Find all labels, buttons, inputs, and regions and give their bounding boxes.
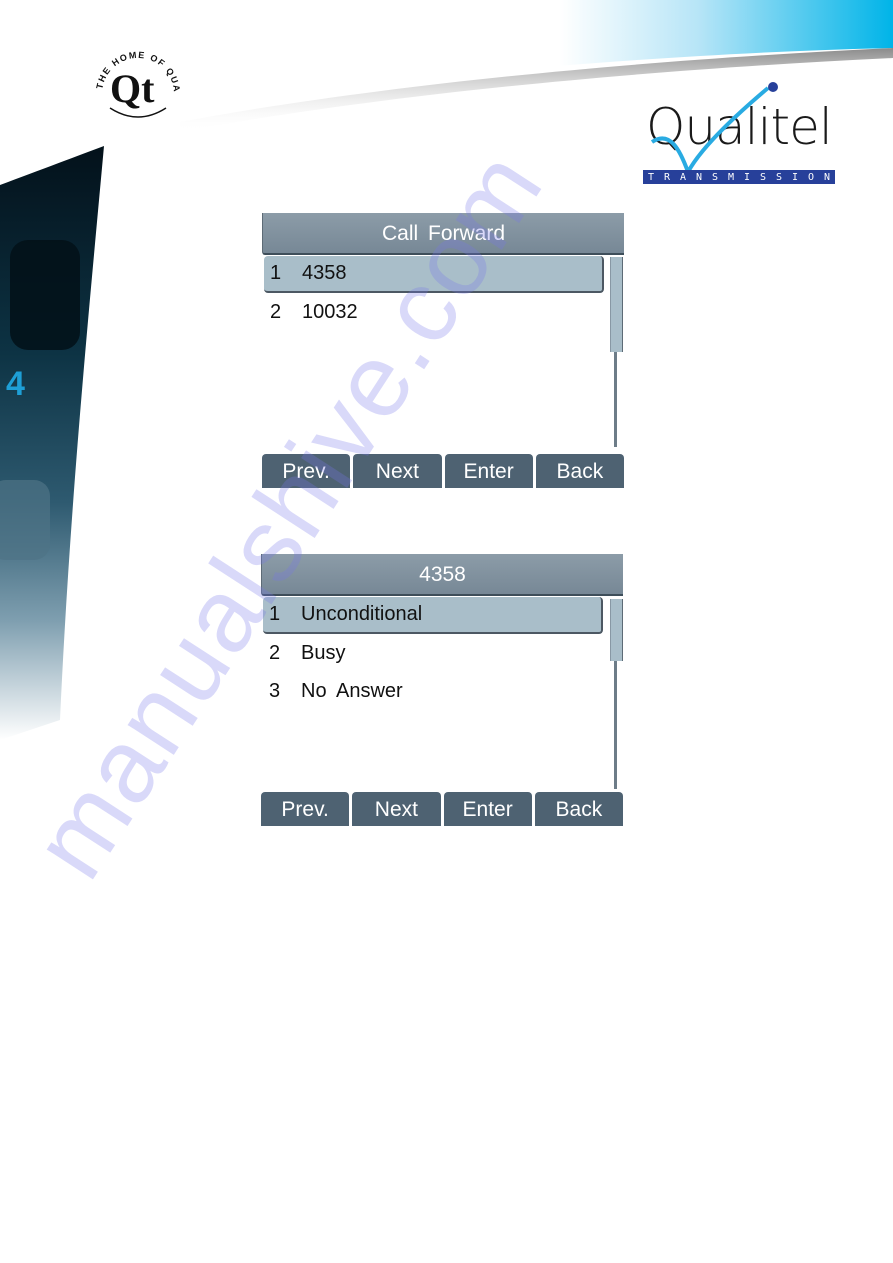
list-item[interactable]: 1 Unconditional [263,597,603,634]
next-softkey[interactable]: Next [353,454,442,488]
item-number: 2 [270,301,282,323]
item-label: No Answer [301,680,403,702]
item-number: 2 [269,642,281,664]
keypad-key [0,480,50,560]
screen-title: Call Forward [262,213,624,255]
enter-softkey[interactable]: Enter [444,454,533,488]
qualitel-logo: Qualitel T R A N S M I S S I O N [640,80,840,190]
enter-softkey[interactable]: Enter [443,792,532,826]
keypad-digit: 4 [6,365,25,403]
keypad-photo [0,146,104,740]
next-softkey[interactable]: Next [352,792,441,826]
item-number: 1 [270,262,282,284]
call-forward-screen: Call Forward 1 4358 2 10032 Prev. Next E… [262,213,624,488]
list-item[interactable]: 2 Busy [263,636,601,671]
item-number: 1 [269,603,281,625]
list-item[interactable]: 2 10032 [264,295,602,330]
list-item[interactable]: 3 No Answer [263,674,601,709]
item-number: 3 [269,680,281,702]
qualitel-tagline: T R A N S M I S S I O N [643,170,835,184]
qt-letters: Qt [110,66,155,111]
prev-softkey[interactable]: Prev. [262,454,351,488]
scrollbar-thumb[interactable] [610,257,623,352]
list-item[interactable]: 1 4358 [264,256,604,293]
back-softkey[interactable]: Back [535,454,624,488]
softkey-bar: Prev. Next Enter Back [262,454,624,488]
item-label: 4358 [302,262,347,284]
scrollbar-thumb[interactable] [610,599,623,661]
back-softkey[interactable]: Back [534,792,623,826]
item-label: 10032 [302,301,358,323]
item-label: Busy [301,642,346,664]
qt-logo: THE HOME OF QUALITY Qt [84,28,188,122]
softkey-bar: Prev. Next Enter Back [261,792,623,826]
screen-title: 4358 [261,554,623,596]
forward-type-screen: 4358 1 Unconditional 2 Busy 3 No Answer … [261,554,623,826]
keypad-key [10,240,80,350]
prev-softkey[interactable]: Prev. [261,792,350,826]
item-label: Unconditional [301,603,423,625]
